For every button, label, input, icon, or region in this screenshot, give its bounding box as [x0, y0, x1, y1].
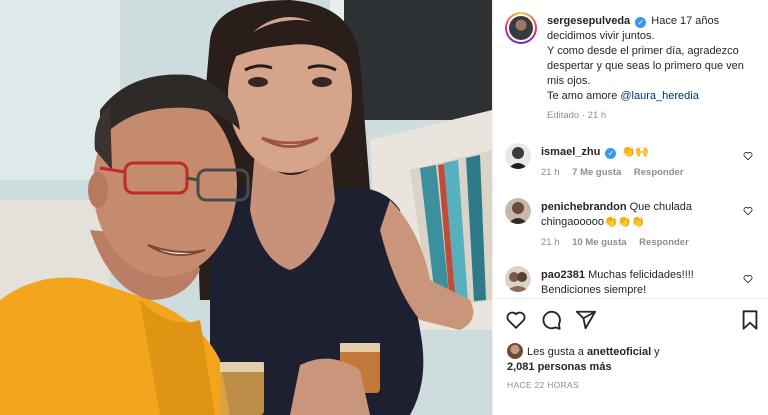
comment-icon[interactable]: [540, 309, 562, 331]
verified-icon: ✓: [605, 148, 617, 159]
likes-prefix: Les gusta a: [527, 346, 587, 358]
edited-label: Editado · 21 h: [547, 110, 607, 121]
reply-button[interactable]: Responder: [639, 237, 689, 248]
comment-avatar[interactable]: [505, 198, 531, 224]
comment-avatar[interactable]: [505, 143, 531, 169]
caption-line-2: Y como desde el primer día, agradezco de…: [547, 45, 744, 87]
comment-username[interactable]: ismael_zhu: [541, 146, 600, 158]
likes-count[interactable]: 2,081 personas más: [507, 361, 612, 373]
heart-icon[interactable]: [743, 151, 753, 161]
likes-summary: Les gusta a anetteoficial y 2,081 person…: [507, 343, 757, 375]
likes-connector: y: [651, 346, 660, 358]
comment-avatar[interactable]: [505, 266, 531, 292]
bookmark-icon[interactable]: [739, 309, 761, 331]
caption-line-3: Te amo amore: [547, 90, 621, 102]
comment-username[interactable]: penichebrandon: [541, 201, 627, 213]
comment-likes[interactable]: 7 Me gusta: [572, 167, 621, 178]
comment-username[interactable]: pao2381: [541, 269, 585, 281]
mention-link[interactable]: @laura_heredia: [620, 90, 698, 102]
liker-avatar[interactable]: [507, 343, 523, 359]
verified-icon: ✓: [635, 17, 647, 28]
post-photo[interactable]: [0, 0, 492, 415]
action-icons: [505, 309, 761, 333]
couple-photo-image: [0, 0, 492, 415]
author-avatar[interactable]: [505, 12, 537, 44]
share-icon[interactable]: [575, 309, 597, 331]
liker-username[interactable]: anetteoficial: [587, 346, 651, 358]
heart-icon[interactable]: [743, 274, 753, 284]
heart-icon[interactable]: [505, 309, 527, 331]
comment-time: 21 h: [541, 237, 560, 248]
author-username[interactable]: sergesepulveda: [547, 15, 630, 27]
post-sidebar: sergesepulveda ✓ Hace 17 años decidimos …: [492, 0, 768, 415]
comment-text: 👏🙌: [621, 146, 649, 158]
caption: sergesepulveda ✓ Hace 17 años decidimos …: [547, 14, 761, 123]
post-actions: Les gusta a anetteoficial y 2,081 person…: [493, 298, 768, 415]
comment-likes[interactable]: 10 Me gusta: [572, 237, 626, 248]
comment-item: pao2381 Muchas felicidades!!!! Bendicion…: [505, 266, 761, 296]
comment-time: 21 h: [541, 167, 560, 178]
reply-button[interactable]: Responder: [634, 167, 684, 178]
heart-icon[interactable]: [743, 206, 753, 216]
post-time-ago[interactable]: HACE 22 HORAS: [507, 380, 579, 390]
